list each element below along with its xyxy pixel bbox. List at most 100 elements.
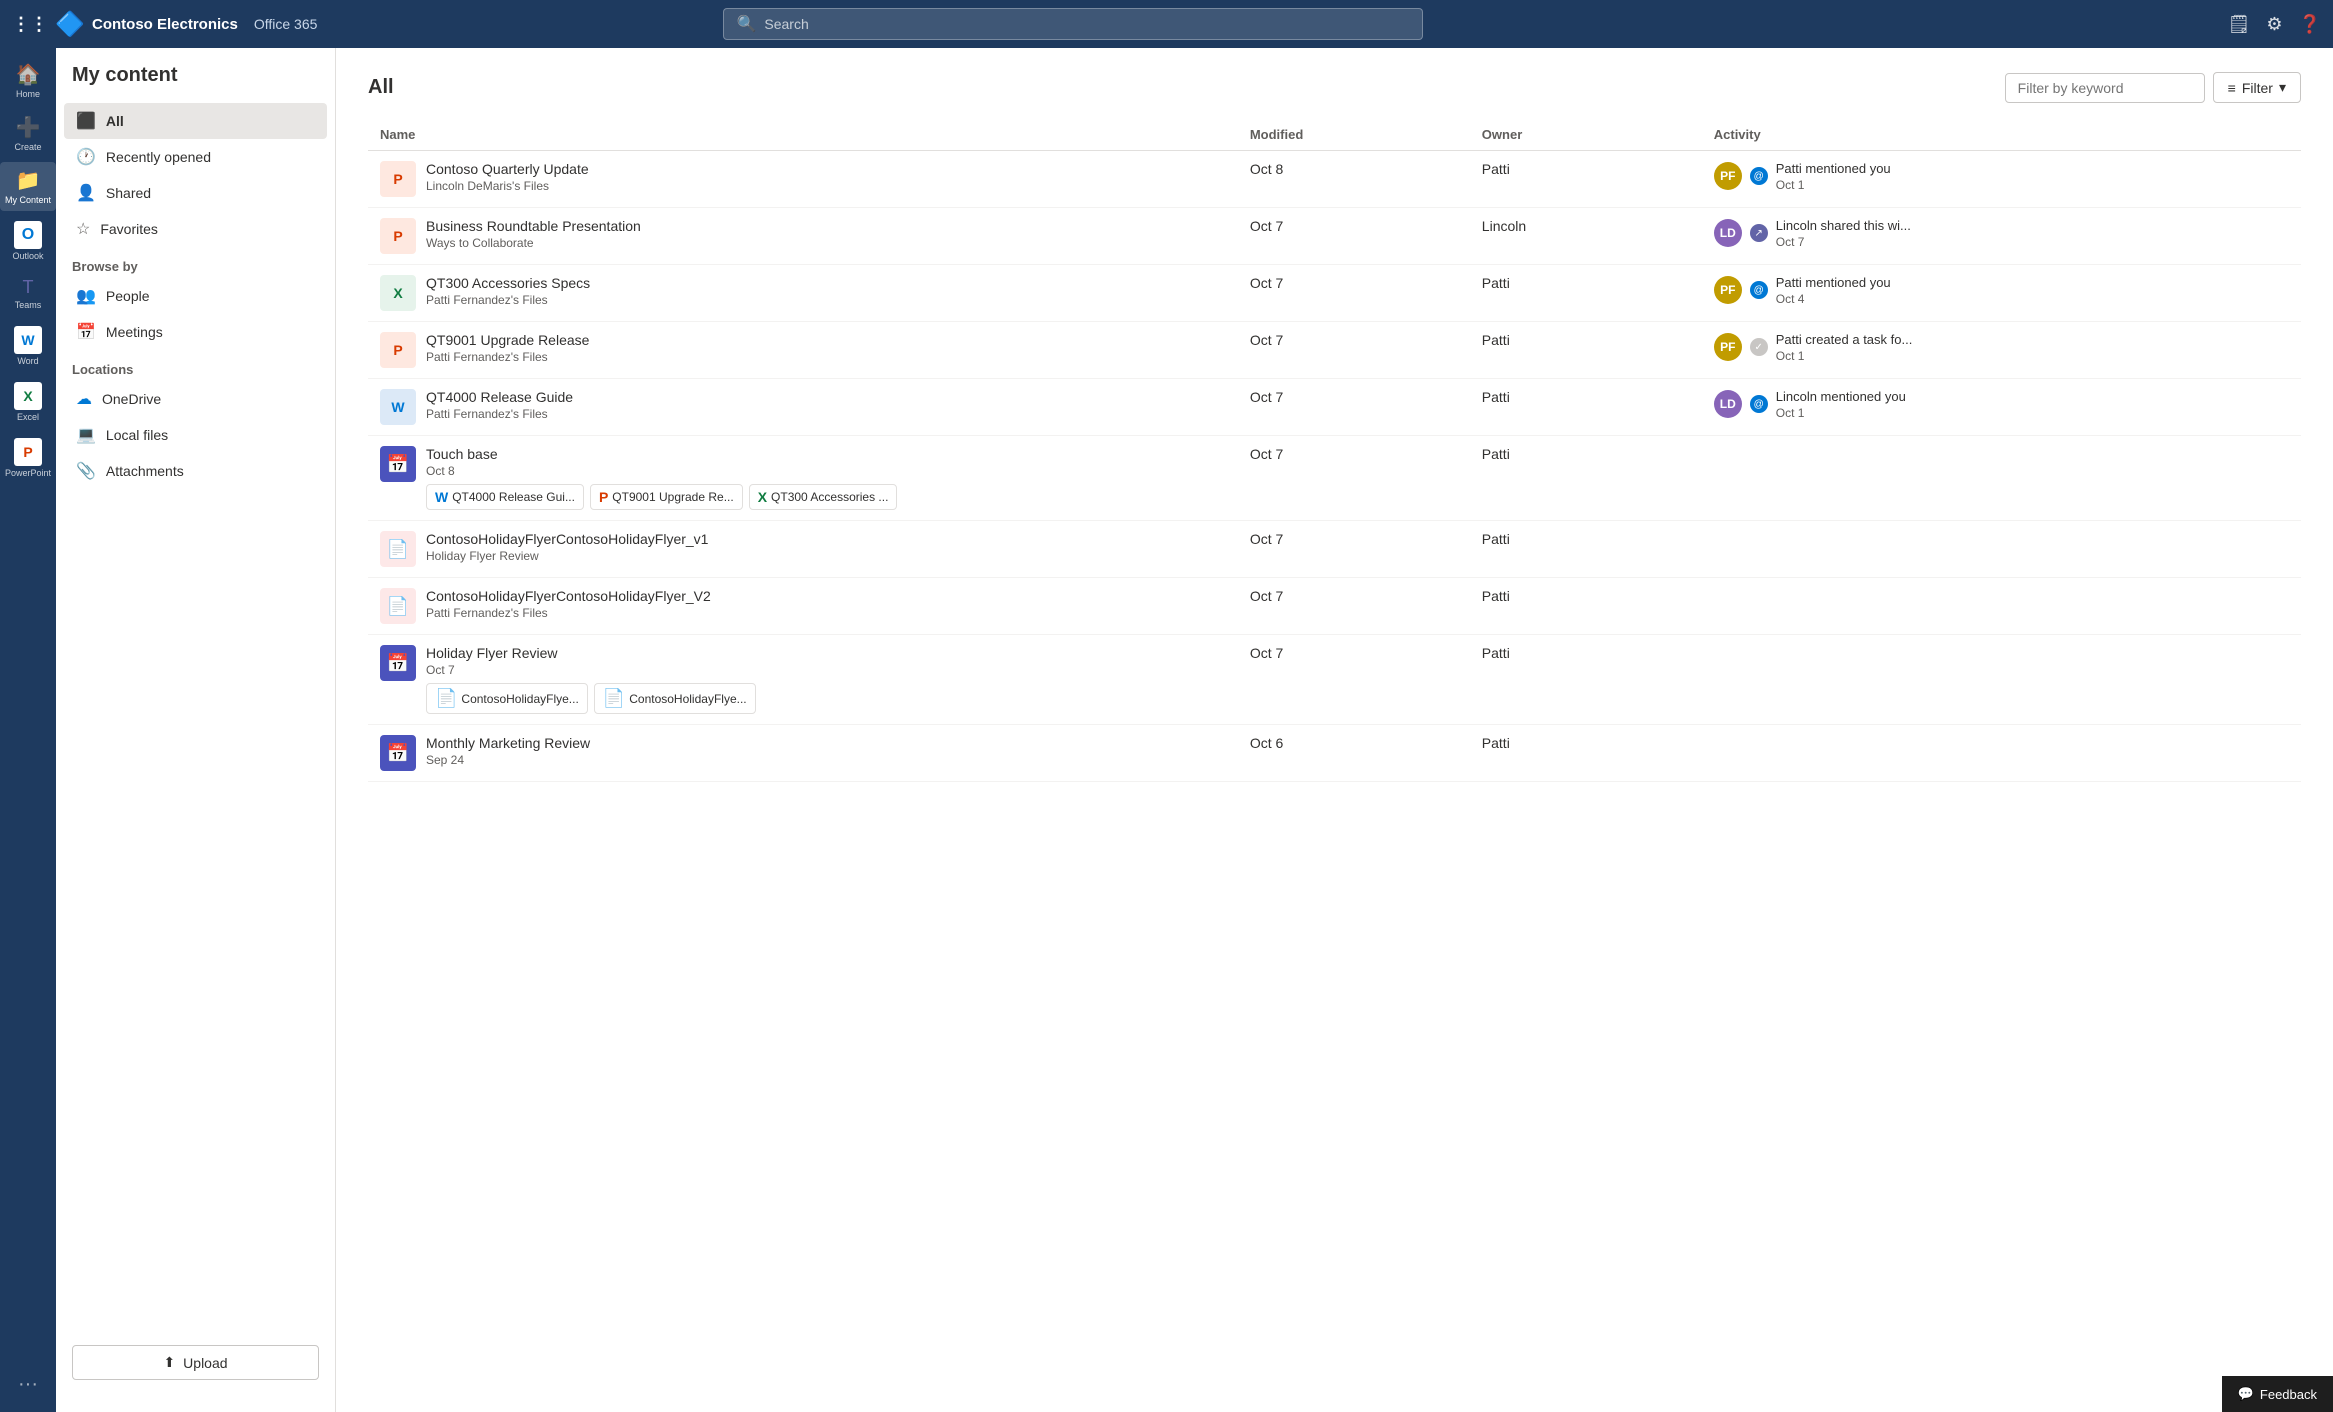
- chip-label: ContosoHolidayFlye...: [461, 692, 578, 706]
- table-row[interactable]: 📅 Holiday Flyer Review Oct 7 📄 ContosoHo…: [368, 635, 2301, 725]
- chip-icon: P: [599, 489, 608, 505]
- related-chip[interactable]: 📄 ContosoHolidayFlye...: [426, 683, 588, 714]
- file-modified: Oct 7: [1238, 208, 1470, 265]
- file-title[interactable]: QT4000 Release Guide: [426, 389, 573, 405]
- search-bar[interactable]: 🔍: [723, 8, 1423, 40]
- file-activity: [1702, 578, 2301, 635]
- table-row[interactable]: P Business Roundtable Presentation Ways …: [368, 208, 2301, 265]
- rail-item-create[interactable]: ➕ Create: [0, 109, 56, 158]
- file-title[interactable]: Contoso Quarterly Update: [426, 161, 589, 177]
- rail-item-excel[interactable]: X Excel: [0, 376, 56, 428]
- file-owner: Patti: [1470, 151, 1702, 208]
- table-row[interactable]: 📅 Touch base Oct 8 W QT4000 Release Gui.…: [368, 436, 2301, 521]
- file-title[interactable]: ContosoHolidayFlyerContosoHolidayFlyer_V…: [426, 588, 711, 604]
- upload-icon: ⬆: [163, 1354, 175, 1371]
- filter-input[interactable]: [2005, 73, 2205, 103]
- related-chip[interactable]: W QT4000 Release Gui...: [426, 484, 584, 510]
- table-row[interactable]: P QT9001 Upgrade Release Patti Fernandez…: [368, 322, 2301, 379]
- file-title[interactable]: Holiday Flyer Review: [426, 645, 756, 661]
- chip-icon: 📄: [603, 688, 625, 709]
- table-row[interactable]: P Contoso Quarterly Update Lincoln DeMar…: [368, 151, 2301, 208]
- file-owner: Lincoln: [1470, 208, 1702, 265]
- sidebar-item-local-files[interactable]: 💻 Local files: [56, 417, 335, 453]
- rail-item-teams[interactable]: T Teams: [0, 271, 56, 316]
- rail-item-powerpoint[interactable]: P PowerPoint: [0, 432, 56, 484]
- file-modified: Oct 7: [1238, 379, 1470, 436]
- chevron-down-icon: ▾: [2279, 79, 2286, 96]
- app-logo[interactable]: ⋮⋮ 🔷 Contoso Electronics: [12, 10, 238, 38]
- rail-item-mycontent[interactable]: 📁 My Content: [0, 162, 56, 211]
- star-icon: ☆: [76, 219, 90, 239]
- sidebar-item-attachments[interactable]: 📎 Attachments: [56, 453, 335, 489]
- sidebar-title: My content: [56, 64, 335, 103]
- related-chip[interactable]: 📄 ContosoHolidayFlye...: [594, 683, 756, 714]
- file-subtitle: Patti Fernandez's Files: [426, 606, 711, 620]
- file-owner: Patti: [1470, 635, 1702, 725]
- file-subtitle: Sep 24: [426, 753, 590, 767]
- file-subtitle: Patti Fernandez's Files: [426, 293, 590, 307]
- file-info: Business Roundtable Presentation Ways to…: [426, 218, 641, 250]
- left-rail: 🏠 Home ➕ Create 📁 My Content O Outlook T…: [0, 48, 56, 1412]
- table-row[interactable]: W QT4000 Release Guide Patti Fernandez's…: [368, 379, 2301, 436]
- filter-button[interactable]: ≡ Filter ▾: [2213, 72, 2301, 103]
- file-title[interactable]: Monthly Marketing Review: [426, 735, 590, 751]
- file-title[interactable]: QT300 Accessories Specs: [426, 275, 590, 291]
- help-icon[interactable]: ❓: [2299, 14, 2321, 35]
- content-filters: ≡ Filter ▾: [2005, 72, 2301, 103]
- search-input[interactable]: [764, 16, 1410, 32]
- activity-badge-icon: ✓: [1750, 338, 1768, 356]
- activity-time: Oct 1: [1776, 349, 1913, 363]
- rail-item-outlook[interactable]: O Outlook: [0, 215, 56, 267]
- sidebar-item-all[interactable]: ⬛ All: [64, 103, 327, 139]
- file-icon: 📄: [380, 588, 416, 624]
- file-activity: PF @ Patti mentioned you Oct 4: [1702, 265, 2301, 322]
- activity-text: Lincoln shared this wi...: [1776, 218, 1911, 235]
- activity-text: Lincoln mentioned you: [1776, 389, 1906, 406]
- sidebar-item-people[interactable]: 👥 People: [56, 278, 335, 314]
- feedback-button[interactable]: 💬 Feedback: [2222, 1376, 2333, 1412]
- related-chip[interactable]: P QT9001 Upgrade Re...: [590, 484, 743, 510]
- rail-item-word[interactable]: W Word: [0, 320, 56, 372]
- clock-icon: 🕐: [76, 147, 96, 167]
- file-title[interactable]: Business Roundtable Presentation: [426, 218, 641, 234]
- people-icon: 👥: [76, 286, 96, 306]
- table-row[interactable]: X QT300 Accessories Specs Patti Fernande…: [368, 265, 2301, 322]
- feedback-chat-icon: 💬: [2238, 1386, 2254, 1402]
- file-info: Holiday Flyer Review Oct 7 📄 ContosoHoli…: [426, 645, 756, 714]
- rail-item-home[interactable]: 🏠 Home: [0, 56, 56, 105]
- sidebar-item-onedrive[interactable]: ☁ OneDrive: [56, 381, 335, 417]
- file-icon: 📅: [380, 645, 416, 681]
- file-modified: Oct 6: [1238, 725, 1470, 782]
- chip-label: QT9001 Upgrade Re...: [612, 490, 733, 504]
- file-owner: Patti: [1470, 725, 1702, 782]
- file-title[interactable]: Touch base: [426, 446, 897, 462]
- outlook-icon: O: [14, 221, 42, 249]
- app-name: Office 365: [254, 16, 318, 32]
- file-modified: Oct 7: [1238, 322, 1470, 379]
- content-header: All ≡ Filter ▾: [368, 72, 2301, 103]
- file-info: ContosoHolidayFlyerContosoHolidayFlyer_V…: [426, 588, 711, 620]
- table-row[interactable]: 📅 Monthly Marketing Review Sep 24 Oct 6P…: [368, 725, 2301, 782]
- file-owner: Patti: [1470, 322, 1702, 379]
- sidebar-item-favorites[interactable]: ☆ Favorites: [64, 211, 327, 247]
- related-chip[interactable]: X QT300 Accessories ...: [749, 484, 898, 510]
- file-info: Contoso Quarterly Update Lincoln DeMaris…: [426, 161, 589, 193]
- sidebar-item-shared[interactable]: 👤 Shared: [64, 175, 327, 211]
- file-activity: PF @ Patti mentioned you Oct 1: [1702, 151, 2301, 208]
- waffle-icon[interactable]: ⋮⋮: [12, 14, 48, 35]
- avatar: LD: [1714, 219, 1742, 247]
- feedback-icon[interactable]: 🗒: [2228, 14, 2251, 35]
- sidebar-item-meetings[interactable]: 📅 Meetings: [56, 314, 335, 350]
- upload-button[interactable]: ⬆ Upload: [72, 1345, 319, 1380]
- file-icon: 📅: [380, 446, 416, 482]
- file-title[interactable]: ContosoHolidayFlyerContosoHolidayFlyer_v…: [426, 531, 708, 547]
- table-row[interactable]: 📄 ContosoHolidayFlyerContosoHolidayFlyer…: [368, 521, 2301, 578]
- avatar: PF: [1714, 162, 1742, 190]
- table-row[interactable]: 📄 ContosoHolidayFlyerContosoHolidayFlyer…: [368, 578, 2301, 635]
- sidebar-item-recently-opened[interactable]: 🕐 Recently opened: [64, 139, 327, 175]
- computer-icon: 💻: [76, 425, 96, 445]
- word-icon: W: [14, 326, 42, 354]
- file-title[interactable]: QT9001 Upgrade Release: [426, 332, 589, 348]
- more-apps-icon[interactable]: ···: [18, 1373, 38, 1396]
- settings-icon[interactable]: ⚙: [2266, 14, 2282, 35]
